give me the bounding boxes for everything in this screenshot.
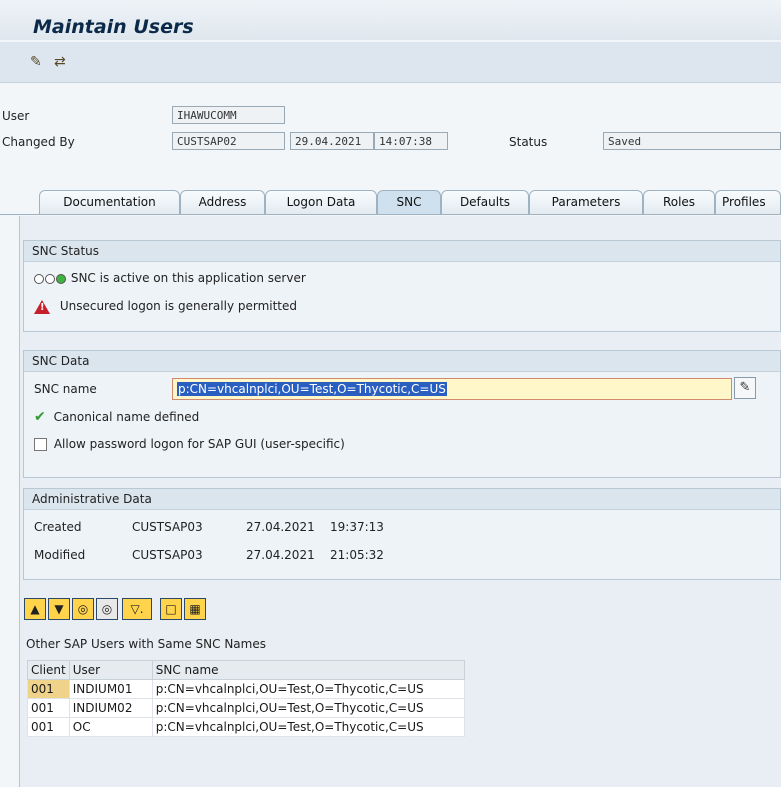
snc-status-group: SNC Status xyxy=(23,240,781,332)
created-by: CUSTSAP03 xyxy=(132,520,203,534)
page-title: Maintain Users xyxy=(33,16,194,38)
table-header-row: Client User SNC name xyxy=(27,660,465,680)
allow-password-checkbox[interactable] xyxy=(34,438,47,451)
alv-title: Other SAP Users with Same SNC Names xyxy=(26,637,266,651)
tab-roles[interactable]: Roles xyxy=(643,190,715,214)
pencil-icon[interactable]: ✎ xyxy=(734,377,756,399)
filter-icon[interactable]: ▼ xyxy=(48,598,70,620)
sort-filter-icon[interactable]: ▽. xyxy=(122,598,152,620)
snc-name-input[interactable]: p:CN=vhcalnplci,OU=Test,O=Thycotic,C=US xyxy=(172,378,732,400)
cell-user[interactable]: INDIUM02 xyxy=(68,698,153,718)
canonical-row: ✔ Canonical name defined xyxy=(34,409,199,425)
table-row[interactable]: 001 OC p:CN=vhcalnplci,OU=Test,O=Thycoti… xyxy=(27,717,465,737)
allow-password-row: Allow password logon for SAP GUI (user-s… xyxy=(34,437,345,451)
snc-data-title: SNC Data xyxy=(24,351,780,372)
cell-client[interactable]: 001 xyxy=(27,698,70,718)
traffic-light-icon xyxy=(34,271,67,285)
col-user[interactable]: User xyxy=(68,660,153,680)
changed-by-label: Changed By xyxy=(2,135,75,149)
title-bar: Maintain Users xyxy=(0,0,781,40)
status-field: Saved xyxy=(603,132,781,150)
unsecured-text: Unsecured logon is generally permitted xyxy=(59,299,298,313)
tab-documentation[interactable]: Documentation xyxy=(39,190,180,214)
cell-snc-name[interactable]: p:CN=vhcalnplci,OU=Test,O=Thycotic,C=US xyxy=(151,679,465,699)
allow-password-text: Allow password logon for SAP GUI (user-s… xyxy=(53,437,345,451)
warning-icon xyxy=(34,299,50,314)
cell-client[interactable]: 001 xyxy=(27,717,70,737)
col-client[interactable]: Client xyxy=(27,660,70,680)
layout-grid-icon[interactable]: ▦ xyxy=(184,598,206,620)
cell-snc-name[interactable]: p:CN=vhcalnplci,OU=Test,O=Thycotic,C=US xyxy=(151,698,465,718)
table-row[interactable]: 001 INDIUM02 p:CN=vhcalnplci,OU=Test,O=T… xyxy=(27,698,465,718)
snc-users-table: Client User SNC name 001 INDIUM01 p:CN=v… xyxy=(27,660,465,737)
col-snc-name[interactable]: SNC name xyxy=(151,660,465,680)
print-icon[interactable]: ▲ xyxy=(24,598,46,620)
checkmark-icon: ✔ xyxy=(34,409,46,425)
cell-client[interactable]: 001 xyxy=(27,679,70,699)
canonical-text: Canonical name defined xyxy=(53,410,200,424)
modified-time: 21:05:32 xyxy=(330,548,384,562)
cell-snc-name[interactable]: p:CN=vhcalnplci,OU=Test,O=Thycotic,C=US xyxy=(151,717,465,737)
edit-glasses-icon[interactable]: ✎ xyxy=(30,55,48,69)
status-label: Status xyxy=(509,135,548,149)
details-icon[interactable]: □ xyxy=(160,598,182,620)
change-icon[interactable]: ⇄ xyxy=(54,55,72,69)
snc-active-row: SNC is active on this application server xyxy=(34,271,306,285)
changed-time-field: 14:07:38 xyxy=(374,132,448,150)
modified-label: Modified xyxy=(34,548,86,562)
snc-active-text: SNC is active on this application server xyxy=(70,271,306,285)
changed-by-field: CUSTSAP02 xyxy=(172,132,285,150)
tab-snc[interactable]: SNC xyxy=(377,190,441,214)
application-toolbar: ✎ ⇄ xyxy=(0,42,781,83)
modified-by: CUSTSAP03 xyxy=(132,548,203,562)
unsecured-row: Unsecured logon is generally permitted xyxy=(34,299,297,314)
cell-user[interactable]: OC xyxy=(68,717,153,737)
cell-user[interactable]: INDIUM01 xyxy=(68,679,153,699)
admin-data-title: Administrative Data xyxy=(24,489,780,510)
tab-profiles[interactable]: Profiles xyxy=(715,190,781,214)
find-icon[interactable]: ◎ xyxy=(72,598,94,620)
created-time: 19:37:13 xyxy=(330,520,384,534)
tab-logon-data[interactable]: Logon Data xyxy=(265,190,377,214)
admin-data-group: Administrative Data xyxy=(23,488,781,580)
tab-defaults[interactable]: Defaults xyxy=(441,190,529,214)
table-row[interactable]: 001 INDIUM01 p:CN=vhcalnplci,OU=Test,O=T… xyxy=(27,679,465,699)
tab-address[interactable]: Address xyxy=(180,190,265,214)
created-label: Created xyxy=(34,520,82,534)
modified-date: 27.04.2021 xyxy=(246,548,315,562)
snc-status-title: SNC Status xyxy=(24,241,780,262)
tab-parameters[interactable]: Parameters xyxy=(529,190,643,214)
find-next-icon[interactable]: ◎ xyxy=(96,598,118,620)
changed-date-field: 29.04.2021 xyxy=(290,132,374,150)
user-field[interactable]: IHAWUCOMM xyxy=(172,106,285,124)
snc-name-label: SNC name xyxy=(34,382,97,396)
created-date: 27.04.2021 xyxy=(246,520,315,534)
user-label: User xyxy=(2,109,30,123)
tab-strip: Documentation Address Logon Data SNC Def… xyxy=(0,186,781,215)
snc-name-value: p:CN=vhcalnplci,OU=Test,O=Thycotic,C=US xyxy=(177,382,447,396)
